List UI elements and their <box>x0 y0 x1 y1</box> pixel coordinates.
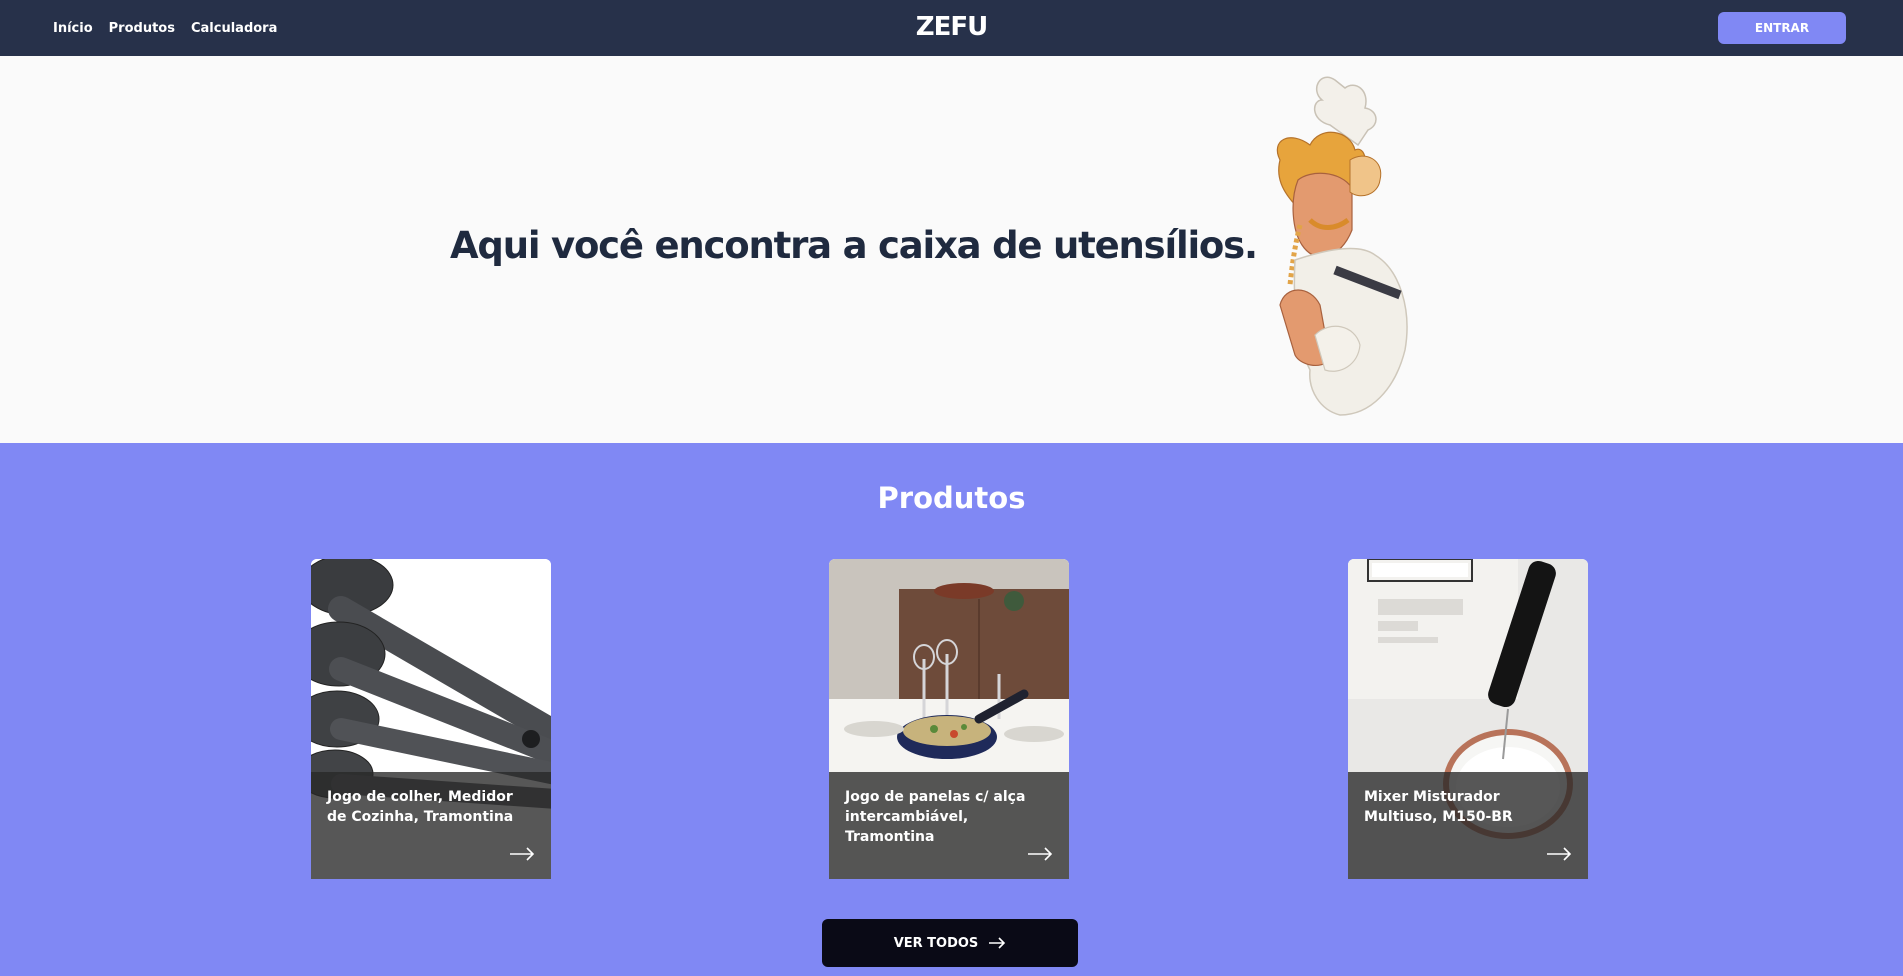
card-overlay: Jogo de panelas c/ alça intercambiável, … <box>829 772 1069 879</box>
products-section: Produtos Jogo de colher, Medidor de Cozi… <box>0 443 1903 976</box>
product-card-pans[interactable]: Jogo de panelas c/ alça intercambiável, … <box>829 559 1069 879</box>
products-title: Produtos <box>877 481 1026 515</box>
product-card-mixer[interactable]: Mixer Misturador Multiuso, M150-BR <box>1348 559 1588 879</box>
arrow-right-icon[interactable] <box>1027 847 1053 861</box>
hero-title: Aqui você encontra a caixa de utensílios… <box>450 224 1258 267</box>
view-all-label: VER TODOS <box>893 935 979 951</box>
product-card-measuring-spoons[interactable]: Jogo de colher, Medidor de Cozinha, Tram… <box>311 559 551 879</box>
chef-illustration <box>1276 76 1408 416</box>
nav-link-inicio[interactable]: Início <box>53 21 93 36</box>
logo[interactable]: ZEFU <box>916 13 988 41</box>
arrow-right-icon <box>989 937 1006 949</box>
nav-links: Início Produtos Calculadora <box>53 0 277 56</box>
card-overlay: Mixer Misturador Multiuso, M150-BR <box>1348 772 1588 879</box>
card-overlay: Jogo de colher, Medidor de Cozinha, Tram… <box>311 772 551 879</box>
product-name: Jogo de colher, Medidor de Cozinha, Tram… <box>327 789 514 825</box>
view-all-button[interactable]: VER TODOS <box>822 919 1078 967</box>
arrow-right-icon[interactable] <box>509 847 535 861</box>
nav-link-produtos[interactable]: Produtos <box>109 21 175 36</box>
product-name: Jogo de panelas c/ alça intercambiável, … <box>845 789 1026 845</box>
hero-section: Aqui você encontra a caixa de utensílios… <box>0 56 1903 443</box>
product-name: Mixer Misturador Multiuso, M150-BR <box>1364 789 1513 825</box>
arrow-right-icon[interactable] <box>1546 847 1572 861</box>
nav-link-calculadora[interactable]: Calculadora <box>191 21 277 36</box>
login-button[interactable]: ENTRAR <box>1718 12 1846 44</box>
navbar: Início Produtos Calculadora ZEFU ENTRAR <box>0 0 1903 56</box>
